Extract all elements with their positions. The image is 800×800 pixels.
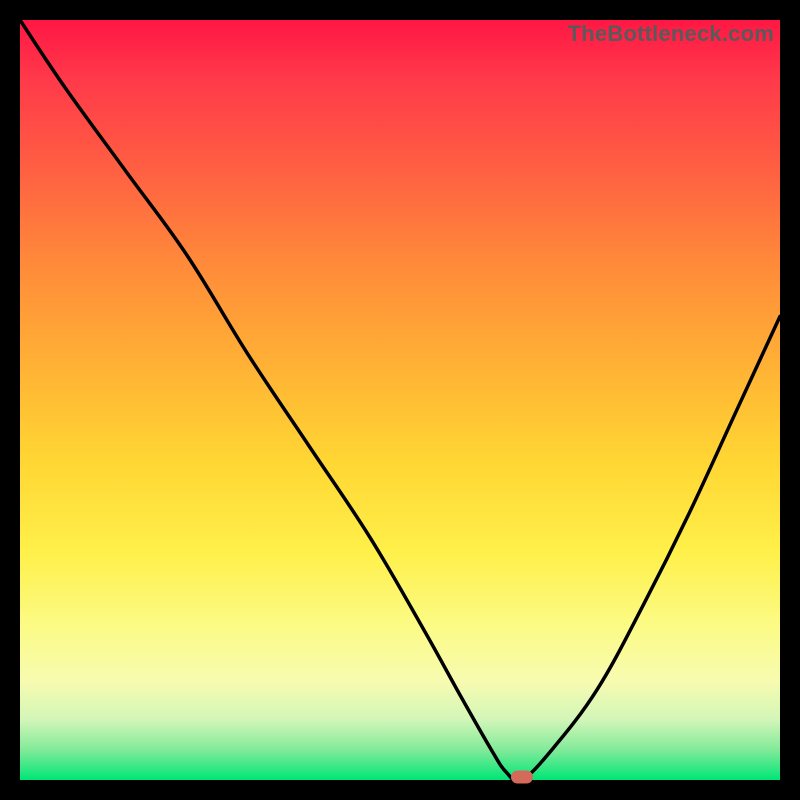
bottleneck-curve bbox=[20, 20, 780, 780]
curve-path bbox=[20, 20, 780, 781]
chart-frame: TheBottleneck.com bbox=[20, 20, 780, 780]
optimal-point-marker bbox=[511, 771, 533, 784]
